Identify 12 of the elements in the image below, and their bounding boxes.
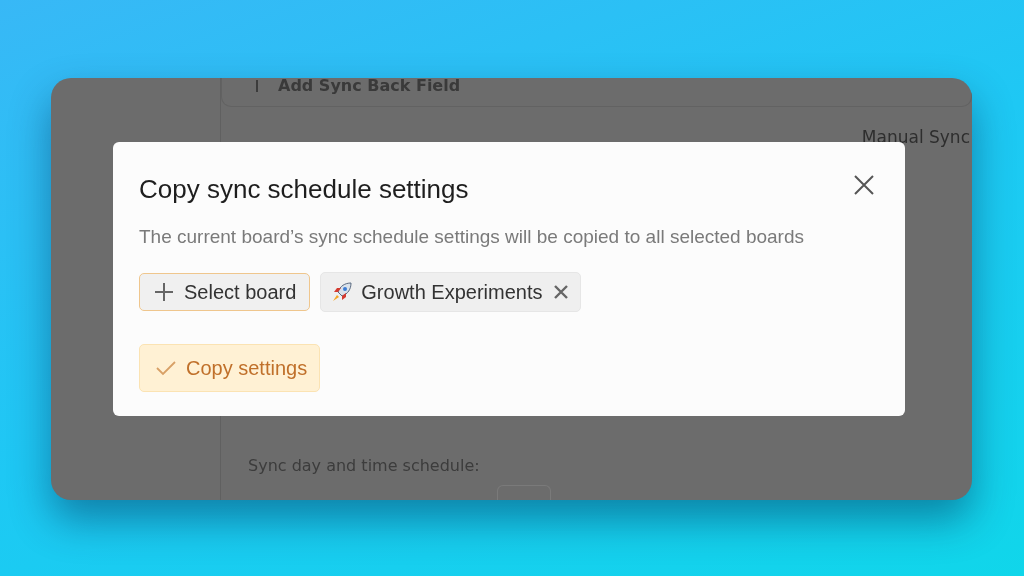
select-board-button[interactable]: Select board: [139, 273, 311, 311]
check-icon: [156, 360, 176, 376]
manual-sync-label: Manual Sync: [861, 127, 970, 147]
dialog-title: Copy sync schedule settings: [139, 174, 469, 205]
dropdown-field[interactable]: [497, 485, 551, 500]
board-name: Growth Experiments: [361, 280, 543, 304]
close-icon: [853, 174, 875, 196]
rocket-icon: [331, 281, 354, 303]
drag-handle-icon: [256, 80, 258, 92]
plus-icon: [154, 282, 174, 302]
close-icon: [554, 285, 569, 299]
dialog-description: The current board’s sync schedule settings will be copied to all selected boards: [139, 225, 806, 249]
